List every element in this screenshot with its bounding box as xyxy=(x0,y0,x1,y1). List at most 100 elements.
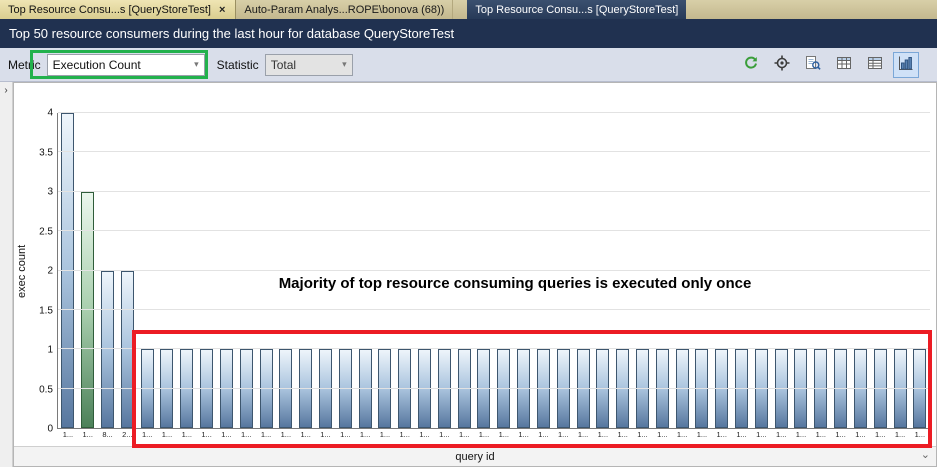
bar-slot xyxy=(335,113,355,428)
bar[interactable] xyxy=(359,349,372,428)
bar[interactable] xyxy=(497,349,510,428)
bar[interactable] xyxy=(794,349,807,428)
bar[interactable] xyxy=(577,349,590,428)
statistic-dropdown[interactable]: Total ▾ xyxy=(265,54,353,76)
statistic-label: Statistic xyxy=(217,58,259,72)
bar-slot xyxy=(197,113,217,428)
collapsed-panel-splitter[interactable]: › xyxy=(0,82,13,467)
bar[interactable] xyxy=(834,349,847,428)
bar[interactable] xyxy=(141,349,154,428)
bar[interactable] xyxy=(477,349,490,428)
bar[interactable] xyxy=(438,349,451,428)
bar[interactable] xyxy=(61,113,74,428)
bar-slot xyxy=(256,113,276,428)
x-tick-label: 1... xyxy=(335,430,355,446)
bar-slot xyxy=(434,113,454,428)
bar[interactable] xyxy=(279,349,292,428)
bar-slot xyxy=(732,113,752,428)
bar-slot xyxy=(217,113,237,428)
x-tick-label: 1... xyxy=(256,430,276,446)
bar-slot xyxy=(236,113,256,428)
bar[interactable] xyxy=(398,349,411,428)
bar-slot xyxy=(514,113,534,428)
bar[interactable] xyxy=(695,349,708,428)
bar[interactable] xyxy=(517,349,530,428)
bar[interactable] xyxy=(418,349,431,428)
grid-view-button[interactable] xyxy=(831,52,857,78)
x-tick-label: 1... xyxy=(751,430,771,446)
chart-view-button[interactable] xyxy=(893,52,919,78)
bar-slot xyxy=(851,113,871,428)
bar[interactable] xyxy=(260,349,273,428)
y-tick-label: 4 xyxy=(47,108,53,119)
bar[interactable] xyxy=(378,349,391,428)
x-tick-label: 1... xyxy=(217,430,237,446)
view-plan-summary-icon xyxy=(805,55,821,74)
bar[interactable] xyxy=(160,349,173,428)
bar[interactable] xyxy=(101,271,114,429)
bar-slot xyxy=(791,113,811,428)
gridline xyxy=(58,112,930,113)
bar[interactable] xyxy=(854,349,867,428)
x-tick-label: 1... xyxy=(355,430,375,446)
tab-top-resource-consumers-active[interactable]: Top Resource Consu...s [QueryStoreTest] … xyxy=(0,0,236,19)
tab-auto-param-analysis[interactable]: Auto-Param Analys...ROPE\bonova (68)) xyxy=(236,0,453,19)
bar[interactable] xyxy=(616,349,629,428)
bar[interactable] xyxy=(299,349,312,428)
bar[interactable] xyxy=(220,349,233,428)
bar[interactable] xyxy=(319,349,332,428)
y-tick-label: 0 xyxy=(47,424,53,435)
bar[interactable] xyxy=(180,349,193,428)
chart-panel: exec count 00.511.522.533.54 1...1...8..… xyxy=(13,82,937,467)
bar-slot xyxy=(652,113,672,428)
x-tick-label: 1... xyxy=(633,430,653,446)
gridline xyxy=(58,388,930,389)
bar-slot xyxy=(78,113,98,428)
bar[interactable] xyxy=(755,349,768,428)
bar-slot xyxy=(137,113,157,428)
x-tick-label: 1... xyxy=(831,430,851,446)
bar[interactable] xyxy=(537,349,550,428)
bar-slot xyxy=(593,113,613,428)
bar[interactable] xyxy=(715,349,728,428)
bar[interactable] xyxy=(200,349,213,428)
track-query-button[interactable] xyxy=(769,52,795,78)
tab-top-resource-consumers-2[interactable]: Top Resource Consu...s [QueryStoreTest] xyxy=(467,0,686,19)
bar[interactable] xyxy=(656,349,669,428)
y-tick-label: 3 xyxy=(47,187,53,198)
grid-details-view-button[interactable] xyxy=(862,52,888,78)
bar[interactable] xyxy=(735,349,748,428)
bar[interactable] xyxy=(121,271,134,429)
bar-slot xyxy=(831,113,851,428)
x-tick-label: 1... xyxy=(771,430,791,446)
bar[interactable] xyxy=(339,349,352,428)
y-axis-title: exec count xyxy=(14,113,30,429)
report-header: Top 50 resource consumers during the las… xyxy=(0,19,937,48)
bar[interactable] xyxy=(775,349,788,428)
bar[interactable] xyxy=(596,349,609,428)
gridline xyxy=(58,151,930,152)
bar[interactable] xyxy=(913,349,926,428)
bar[interactable] xyxy=(458,349,471,428)
x-tick-label: 1... xyxy=(395,430,415,446)
metric-dropdown[interactable]: Execution Count ▾ xyxy=(47,54,205,76)
bar[interactable] xyxy=(814,349,827,428)
refresh-button[interactable] xyxy=(738,52,764,78)
refresh-icon xyxy=(743,55,759,74)
bar-selected[interactable] xyxy=(81,192,94,428)
close-icon[interactable]: × xyxy=(217,4,227,16)
bar[interactable] xyxy=(240,349,253,428)
y-tick-label: 2 xyxy=(47,266,53,277)
bar-slot xyxy=(771,113,791,428)
bar[interactable] xyxy=(636,349,649,428)
bar-slot xyxy=(157,113,177,428)
bar[interactable] xyxy=(557,349,570,428)
y-tick-label: 1 xyxy=(47,345,53,356)
view-plan-summary-button[interactable] xyxy=(800,52,826,78)
bar[interactable] xyxy=(874,349,887,428)
x-labels: 1...1...8...2...1...1...1...1...1...1...… xyxy=(58,430,930,446)
chevron-down-icon[interactable]: ⌄ xyxy=(921,448,930,461)
bar[interactable] xyxy=(894,349,907,428)
x-axis-strip[interactable]: query id ⌄ xyxy=(14,446,936,466)
bar[interactable] xyxy=(676,349,689,428)
